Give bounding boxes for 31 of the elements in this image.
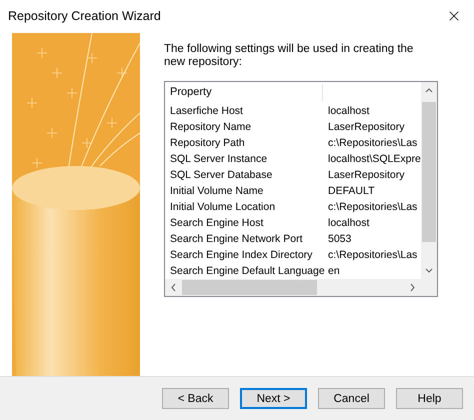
value-cell-text: 5053 (327, 233, 352, 245)
property-cell-text: SQL Server Database (169, 169, 274, 181)
window-title: Repository Creation Wizard (8, 9, 161, 23)
wizard-button[interactable]: Next > (240, 388, 307, 409)
property-cell-text: Repository Name (169, 121, 252, 133)
value-cell-text: localhost (327, 217, 370, 229)
property-cell-text: Search Engine Index Directory (169, 249, 314, 261)
value-cell-text: localhost\SQLExpre (327, 153, 421, 165)
value-cell-text: c:\Repositories\Las (327, 137, 418, 149)
property-cell-text: Laserfiche Host (169, 105, 244, 117)
value-cell-text: LaserRepository (327, 121, 406, 133)
value-cell-text: en (327, 265, 341, 277)
property-cell-text: Initial Volume Location (169, 201, 276, 213)
vertical-scrollbar[interactable] (421, 82, 437, 279)
intro-text: The following settings will be used in creating the new repository: (164, 43, 414, 69)
column-header[interactable]: Property (165, 84, 323, 101)
wizard-button[interactable]: < Back (162, 388, 229, 409)
value-cell-text: c:\Repositories\Las (327, 201, 418, 213)
property-cell-text: Search Engine Network Port (169, 233, 304, 245)
value-cell-text: localhost (327, 105, 370, 117)
wizard-button[interactable]: Cancel (318, 388, 385, 409)
value-cell-text: DEFAULT (327, 185, 376, 197)
value-cell-text: LaserRepository (327, 169, 406, 181)
property-cell-text: Search Engine Default Language (169, 265, 323, 277)
wizard-button[interactable]: Help (396, 388, 463, 409)
property-cell-text: Initial Volume Name (169, 185, 264, 197)
property-cell-text: SQL Server Instance (169, 153, 268, 165)
value-cell-text: c:\Repositories\Las (327, 249, 418, 261)
property-cell-text: Repository Path (169, 137, 246, 149)
horizontal-scrollbar[interactable] (165, 279, 421, 296)
property-cell-text: Search Engine Host (169, 217, 264, 229)
